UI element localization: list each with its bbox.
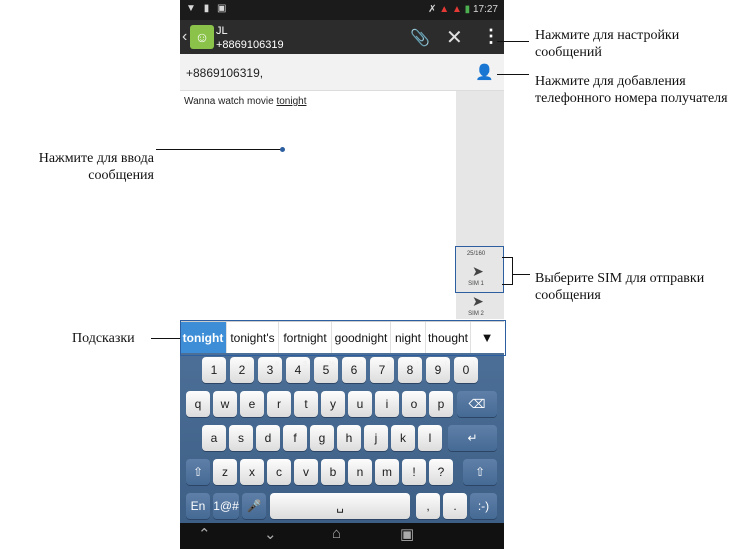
microphone-icon[interactable]: 🎤 [242,493,266,519]
annotation-add-phone: Нажмите для добавления телефонного номер… [535,74,728,106]
contact-phone: +8869106319 [216,39,284,51]
space-key[interactable]: ␣ [270,493,410,519]
back-nav-icon[interactable]: ⌄ [264,525,277,543]
key[interactable]: x [240,459,264,485]
status-bar: ▼ ▮ ▣ ✗ ▲ ▲ ▮ 17:27 [180,0,504,20]
key[interactable]: 7 & [370,357,394,383]
key[interactable]: j [364,425,388,451]
key[interactable]: l [418,425,442,451]
recent-apps-icon[interactable]: ▣ [400,525,414,543]
key[interactable]: 2 @ [230,357,254,383]
keyboard: 1! 2 @ 3 # 4 $ 5% 6 ^ 7 & 8 * 9( 0) q w e r t … [180,353,504,523]
annotation-input: Нажмите для ввода сообщения [38,151,154,183]
key[interactable]: o [402,391,426,417]
hide-keyboard-icon[interactable]: ⌃ [198,525,211,543]
wifi-icon: ▼ [186,3,196,14]
key[interactable]: y [321,391,345,417]
sim-pointer-top [502,257,512,258]
key[interactable]: s [229,425,253,451]
battery-icon: ▮ [464,4,471,15]
suggestions-highlight-box [180,320,506,356]
status-icons-right: ✗ ▲ ▲ ▮ 17:27 [428,4,498,15]
no-signal-icon: ✗ [428,4,437,15]
sim-highlight-box [455,246,504,293]
key[interactable]: p [429,391,453,417]
key[interactable]: t [294,391,318,417]
hints-pointer [151,338,180,339]
key[interactable]: d [256,425,280,451]
status-time: 17:27 [472,4,498,15]
key[interactable]: f [283,425,307,451]
sim-pointer-vertical [512,257,513,285]
attachment-icon[interactable]: 📎 [410,28,430,48]
home-icon[interactable]: ⌂ [332,525,341,542]
shift-key-right[interactable]: ⇧ [463,459,497,485]
key[interactable]: 9( [426,357,450,383]
action-bar: ‹ ☺ JL +8869106319 📎 ✕ ⋮ [180,20,504,54]
key[interactable]: k [391,425,415,451]
sim2-label[interactable]: SIM 2 [456,311,496,317]
key[interactable]: a [202,425,226,451]
image-icon: ▣ [216,3,227,14]
symbols-key[interactable]: 1@# [213,493,239,519]
input-pointer [156,149,282,150]
overflow-menu-icon[interactable]: ⋮ [482,26,500,47]
message-text[interactable]: Wanna watch movie tonight [184,96,306,107]
key[interactable]: m [375,459,399,485]
key[interactable]: v [294,459,318,485]
shift-key-left[interactable]: ⇧ [186,459,210,485]
key[interactable]: 3 # [258,357,282,383]
period-key[interactable]: . [443,493,467,519]
annotation-settings: Нажмите для настройки сообщений [535,28,680,60]
key[interactable]: q [186,391,210,417]
signal-icon: ▲ [439,4,450,15]
add-phone-pointer [497,74,529,75]
key[interactable]: h [337,425,361,451]
key[interactable]: z [213,459,237,485]
recipient-field[interactable]: +8869106319, 👤 [180,54,504,91]
enter-key[interactable]: ↵ [448,425,497,451]
send-sim2-icon[interactable]: ➤ [472,293,484,310]
message-input[interactable]: Wanna watch movie tonight [180,91,456,319]
message-underlined-word: tonight [276,96,307,107]
emoji-key[interactable]: :-) [470,493,497,519]
comma-key[interactable]: , [416,493,440,519]
key[interactable]: 1! [202,357,226,383]
key[interactable]: g [310,425,334,451]
key[interactable]: 5% [314,357,338,383]
language-key[interactable]: En [186,493,210,519]
close-icon[interactable]: ✕ [446,25,463,50]
annotation-sim: Выберите SIM для отправки сообщения [535,271,705,303]
add-contact-icon[interactable]: 👤 [475,63,494,81]
key[interactable]: c [267,459,291,485]
navigation-bar: ⌃ ⌄ ⌂ ▣ [180,523,504,549]
key[interactable]: i [375,391,399,417]
sim-pointer-horizontal [512,274,530,275]
key[interactable]: n [348,459,372,485]
settings-pointer [497,41,529,42]
key[interactable]: e [240,391,264,417]
document-icon: ▮ [203,3,210,14]
input-pointer-dot [280,147,285,152]
key[interactable]: 0) [454,357,478,383]
signal-icon-2: ▲ [451,4,462,15]
sim-pointer-bottom [502,284,512,285]
key[interactable]: 6 ^ [342,357,366,383]
back-icon[interactable]: ‹ [182,28,187,46]
annotation-hints: Подсказки [72,331,135,346]
contact-avatar[interactable]: ☺ [190,25,214,49]
key[interactable]: w [213,391,237,417]
key[interactable]: u [348,391,372,417]
recipient-number[interactable]: +8869106319, [186,66,263,80]
contact-name: JL [216,25,228,37]
key[interactable]: ? [429,459,453,485]
key[interactable]: b [321,459,345,485]
backspace-key[interactable]: ⌫ [457,391,497,417]
status-icons-left: ▼ ▮ ▣ [186,3,226,14]
key[interactable]: 8 * [398,357,422,383]
key[interactable]: r [267,391,291,417]
key[interactable]: ! [402,459,426,485]
key[interactable]: 4 $ [286,357,310,383]
